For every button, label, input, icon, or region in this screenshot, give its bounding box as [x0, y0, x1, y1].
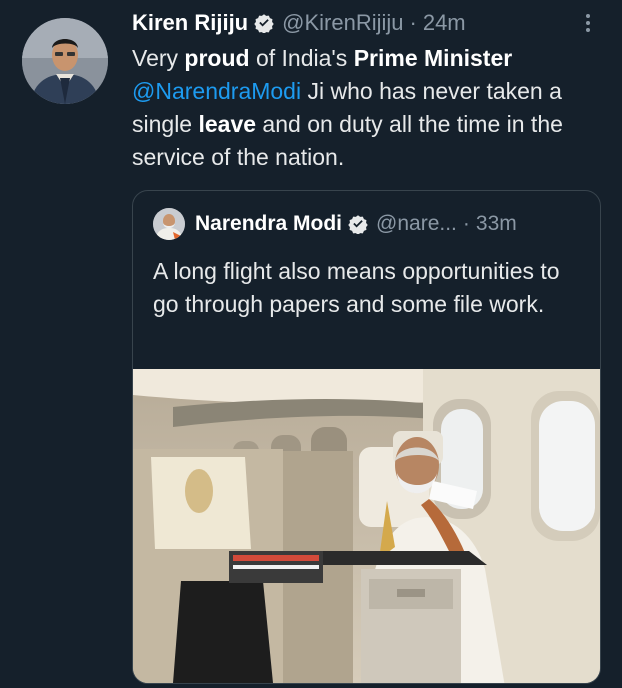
quoted-tweet-text: A long flight also means opportunities t…	[153, 258, 560, 317]
tweet-text-part: of India's	[249, 45, 354, 71]
quoted-author-avatar	[153, 208, 185, 240]
verified-badge-icon	[348, 214, 368, 235]
tweet-time[interactable]: 24m	[423, 10, 466, 36]
tweet-header: Kiren Rijiju @KirenRijiju · 24m	[132, 8, 466, 38]
header-separator: ·	[409, 10, 417, 35]
author-handle[interactable]: @KirenRijiju	[282, 10, 403, 36]
tweet-text-part: Very	[132, 45, 185, 71]
tweet-text-bold: leave	[198, 111, 257, 137]
author-avatar[interactable]	[22, 18, 108, 104]
quoted-author-handle: @nare...	[376, 212, 457, 235]
author-name[interactable]: Kiren Rijiju	[132, 10, 248, 36]
tweet-text: Very proud of India's Prime Minister @Na…	[132, 42, 607, 174]
quoted-author-name: Narendra Modi	[195, 212, 343, 235]
tweet-text-bold: Prime Minister	[353, 45, 513, 71]
tweet-text-bold: proud	[184, 45, 250, 71]
quoted-tweet-card[interactable]: Narendra Modi @nare... · 33m A long flig…	[132, 190, 601, 684]
verified-badge-icon	[254, 13, 274, 34]
mention-link[interactable]: @NarendraModi	[132, 78, 301, 104]
more-options-icon[interactable]	[574, 8, 602, 38]
quoted-header-separator: ·	[462, 212, 470, 235]
quoted-tweet-time: 33m	[475, 212, 517, 235]
quoted-tweet-header: Narendra Modi @nare... · 33m	[153, 208, 517, 240]
quoted-tweet-photo[interactable]	[133, 369, 600, 683]
